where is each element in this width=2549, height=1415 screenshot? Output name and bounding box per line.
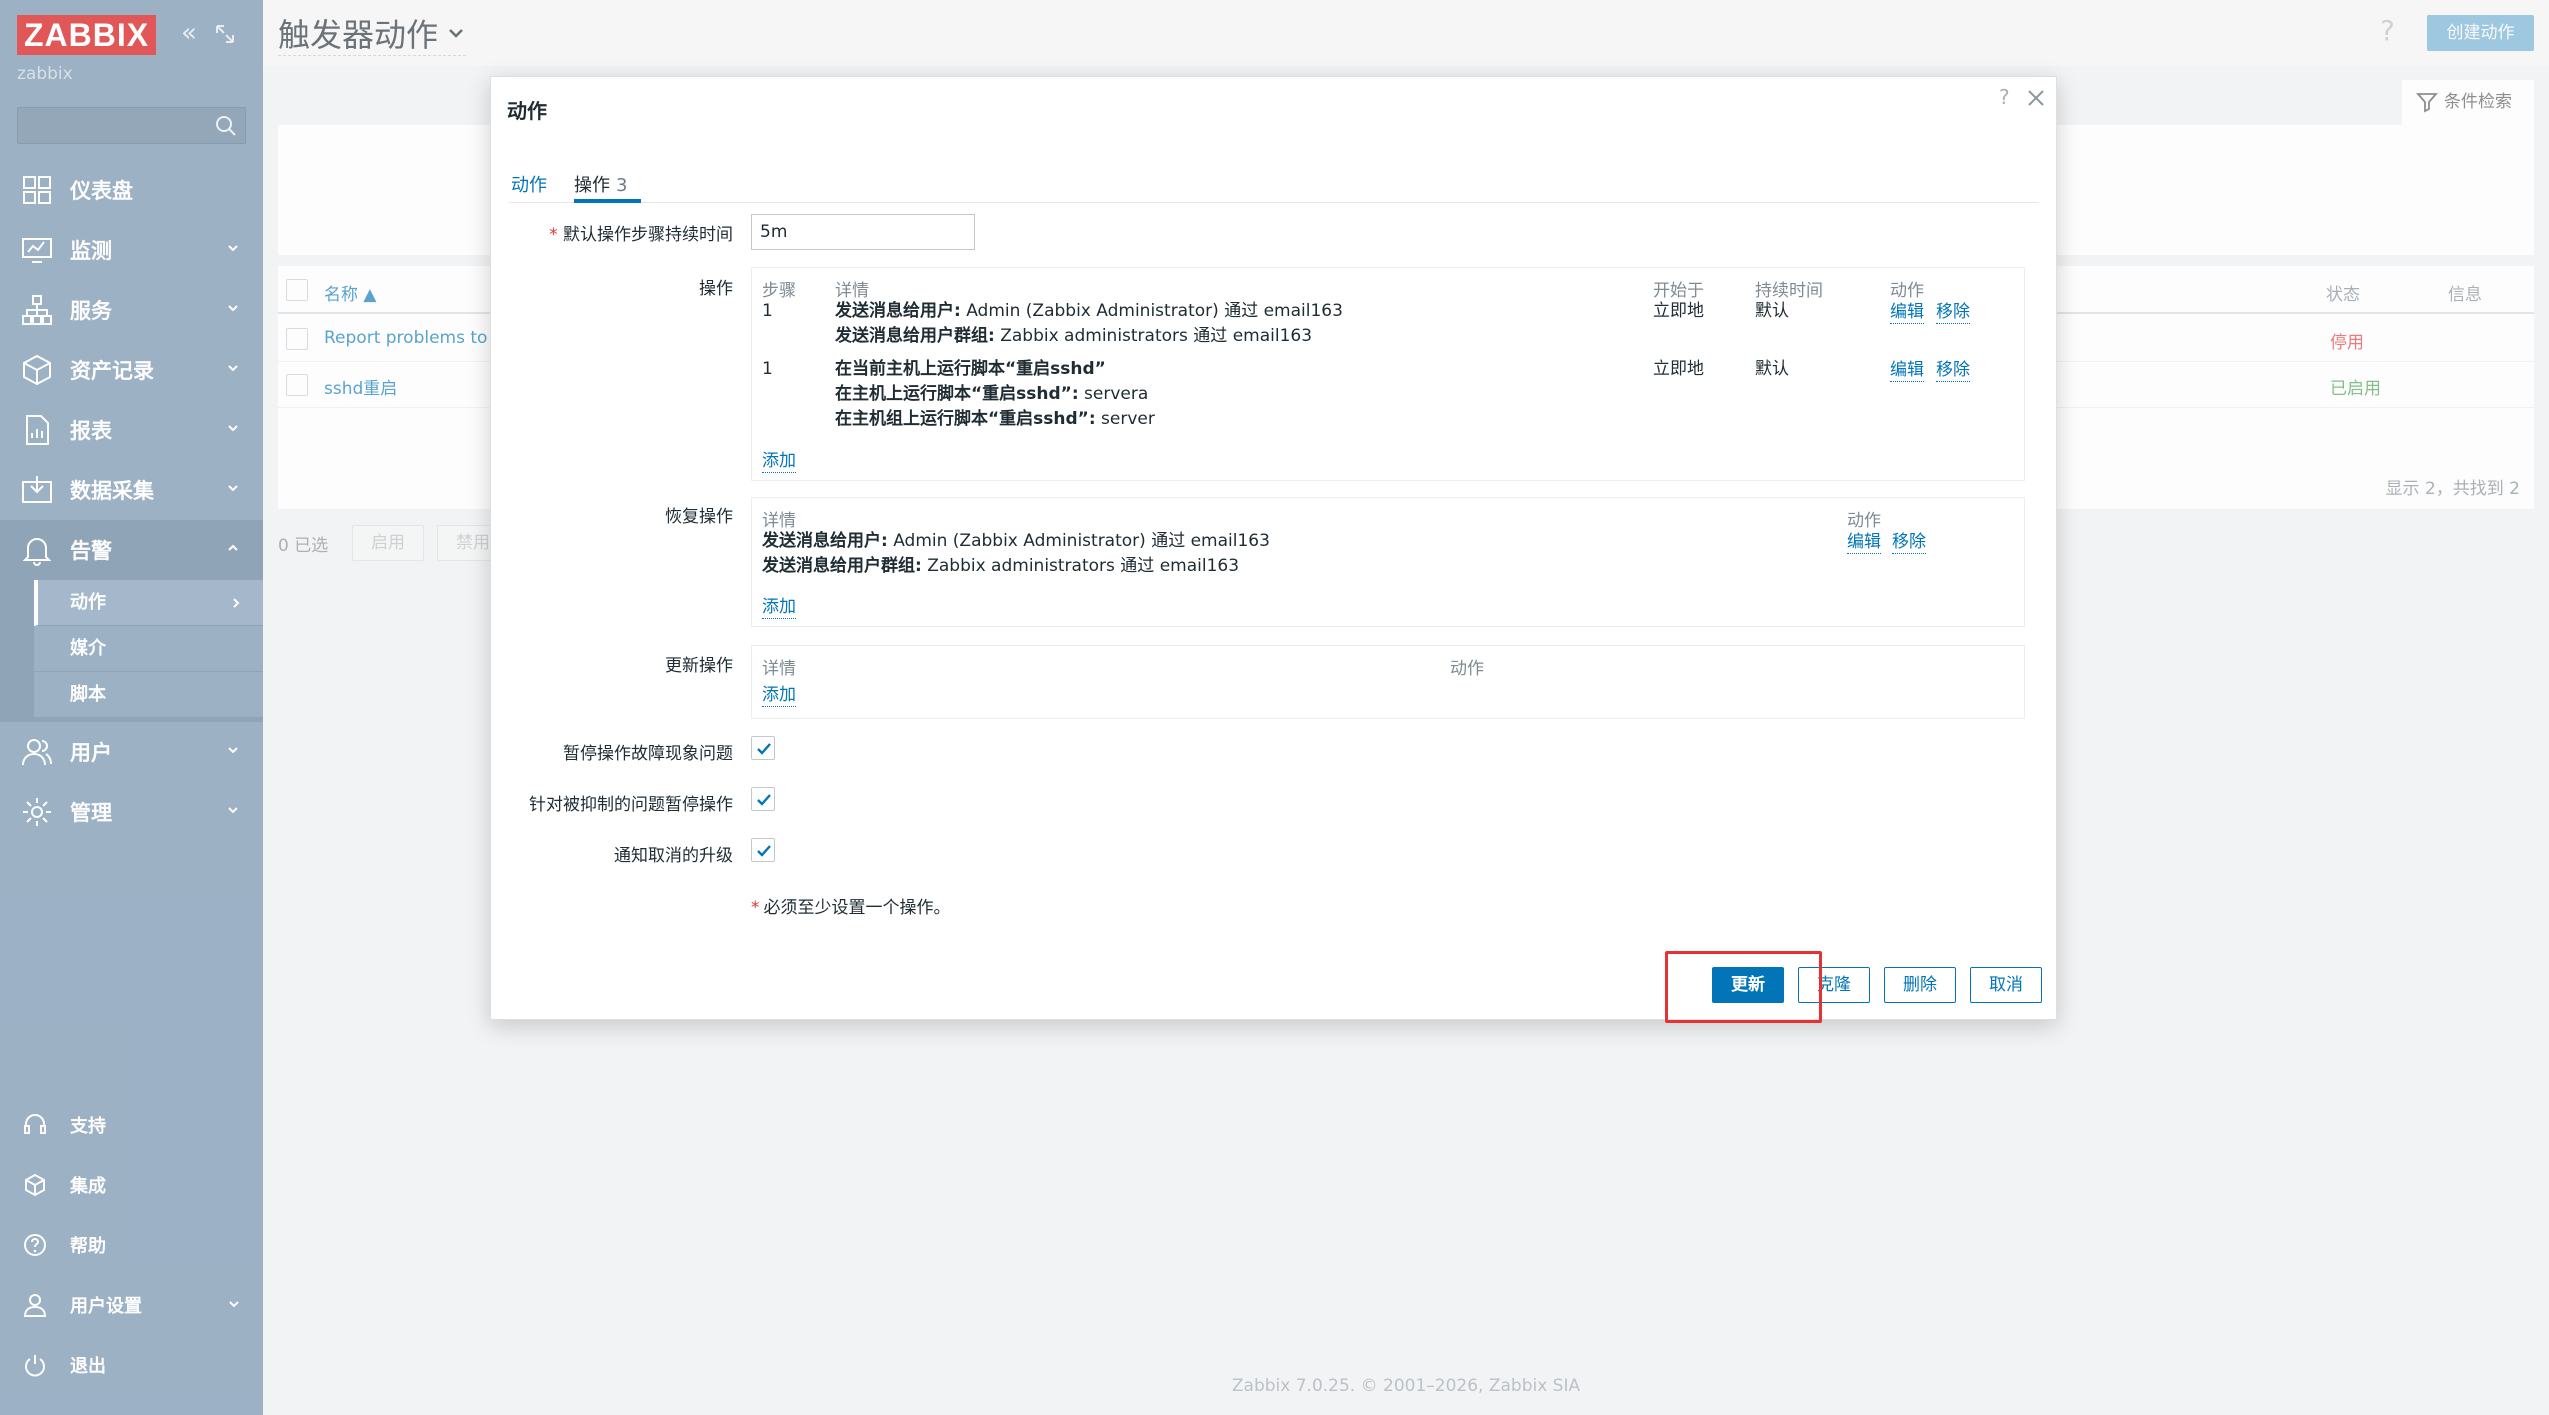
update-operations-label: 更新操作 xyxy=(665,656,733,676)
required-note-text: 必须至少设置一个操作。 xyxy=(763,898,951,918)
close-icon[interactable] xyxy=(2025,87,2047,109)
edit-link[interactable]: 编辑 xyxy=(1847,531,1881,554)
col-details: 详情 xyxy=(762,659,796,679)
tab-label: 操作 xyxy=(574,175,610,196)
op-detail-key: 发送消息给用户群组: xyxy=(835,326,995,346)
op-detail-line: 发送消息给用户: Admin (Zabbix Administrator) 通过… xyxy=(762,529,1270,554)
op-detail-value: server xyxy=(1095,409,1155,429)
checkmark-icon xyxy=(757,845,771,857)
col-action: 动作 xyxy=(1890,281,1924,301)
col-action: 动作 xyxy=(1847,511,1881,531)
op-detail-value: Admin (Zabbix Administrator) 通过 email163 xyxy=(960,301,1343,321)
op-details: 发送消息给用户: Admin (Zabbix Administrator) 通过… xyxy=(835,299,1343,349)
pause-symptoms-label: 暂停操作故障现象问题 xyxy=(563,744,733,764)
op-detail-value: servera xyxy=(1078,384,1149,404)
edit-link[interactable]: 编辑 xyxy=(1890,359,1924,382)
update-operations-table: 详情 动作 添加 xyxy=(751,645,2025,719)
col-duration: 持续时间 xyxy=(1755,281,1823,301)
op-detail-key: 在主机上运行脚本“重启sshd”: xyxy=(835,384,1079,404)
checkmark-icon xyxy=(757,743,771,755)
op-detail-key: 在当前主机上运行脚本“重启sshd” xyxy=(835,359,1106,379)
recovery-operations-table: 详情 动作 发送消息给用户: Admin (Zabbix Administrat… xyxy=(751,497,2025,627)
tab-operations[interactable]: 操作 3 xyxy=(574,171,642,203)
help-icon[interactable]: ? xyxy=(1999,85,2010,109)
dialog-title: 动作 xyxy=(507,99,547,123)
tab-action[interactable]: 动作 xyxy=(511,171,547,203)
op-detail-line: 在当前主机上运行脚本“重启sshd” xyxy=(835,357,1155,382)
col-details: 详情 xyxy=(835,281,869,301)
remove-link[interactable]: 移除 xyxy=(1892,531,1926,554)
pause-suppressed-label: 针对被抑制的问题暂停操作 xyxy=(529,795,733,815)
op-detail-value: Admin (Zabbix Administrator) 通过 email163 xyxy=(887,531,1270,551)
edit-link[interactable]: 编辑 xyxy=(1890,301,1924,324)
op-detail-value: Zabbix administrators 通过 email163 xyxy=(921,556,1240,576)
add-recovery-operation-link[interactable]: 添加 xyxy=(762,596,796,619)
cancel-button[interactable]: 取消 xyxy=(1970,967,2042,1003)
op-detail-key: 发送消息给用户群组: xyxy=(762,556,922,576)
update-button[interactable]: 更新 xyxy=(1712,967,1784,1003)
add-update-operation-link[interactable]: 添加 xyxy=(762,684,796,707)
notify-cancel-checkbox[interactable] xyxy=(751,838,775,862)
remove-link[interactable]: 移除 xyxy=(1936,301,1970,324)
checkmark-icon xyxy=(757,794,771,806)
add-operation-link[interactable]: 添加 xyxy=(762,450,796,473)
op-detail-value: Zabbix administrators 通过 email163 xyxy=(994,326,1313,346)
recovery-operations-label: 恢复操作 xyxy=(665,507,733,527)
op-detail-line: 在主机上运行脚本“重启sshd”: servera xyxy=(835,382,1155,407)
op-detail-line: 发送消息给用户群组: Zabbix administrators 通过 emai… xyxy=(835,324,1343,349)
default-duration-input[interactable] xyxy=(751,214,975,250)
col-start: 开始于 xyxy=(1653,281,1704,301)
dialog-tabs: 动作 操作 3 xyxy=(509,163,2039,203)
op-detail-line: 发送消息给用户: Admin (Zabbix Administrator) 通过… xyxy=(835,299,1343,324)
recovery-details: 发送消息给用户: Admin (Zabbix Administrator) 通过… xyxy=(762,529,1270,579)
op-duration: 默认 xyxy=(1755,359,1789,379)
label-text: 默认操作步骤持续时间 xyxy=(563,225,733,245)
op-start: 立即地 xyxy=(1653,301,1704,321)
op-detail-key: 发送消息给用户: xyxy=(762,531,888,551)
op-detail-key: 在主机组上运行脚本“重启sshd”: xyxy=(835,409,1096,429)
op-step: 1 xyxy=(762,301,773,321)
operations-label: 操作 xyxy=(699,279,733,299)
op-duration: 默认 xyxy=(1755,301,1789,321)
default-duration-label: 默认操作步骤持续时间 xyxy=(473,220,733,245)
required-note: * 必须至少设置一个操作。 xyxy=(751,898,951,918)
pause-suppressed-checkbox[interactable] xyxy=(751,787,775,811)
op-detail-key: 发送消息给用户: xyxy=(835,301,961,321)
remove-link[interactable]: 移除 xyxy=(1936,359,1970,382)
col-action: 动作 xyxy=(1450,659,1484,679)
op-detail-line: 发送消息给用户群组: Zabbix administrators 通过 emai… xyxy=(762,554,1270,579)
col-details: 详情 xyxy=(762,511,796,531)
op-start: 立即地 xyxy=(1653,359,1704,379)
op-detail-line: 在主机组上运行脚本“重启sshd”: server xyxy=(835,407,1155,432)
notify-cancel-label: 通知取消的升级 xyxy=(614,846,733,866)
op-step: 1 xyxy=(762,359,773,379)
pause-symptoms-checkbox[interactable] xyxy=(751,736,775,760)
op-details: 在当前主机上运行脚本“重启sshd” 在主机上运行脚本“重启sshd”: ser… xyxy=(835,357,1155,432)
operations-table: 步骤 详情 开始于 持续时间 动作 1 发送消息给用户: Admin (Zabb… xyxy=(751,267,2025,481)
tab-count: 3 xyxy=(616,175,628,196)
action-dialog: 动作 ? 动作 操作 3 默认操作步骤持续时间 操作 步骤 详情 开始于 持续时间… xyxy=(490,76,2057,1020)
clone-button[interactable]: 克隆 xyxy=(1798,967,1870,1003)
col-step: 步骤 xyxy=(762,281,796,301)
delete-button[interactable]: 删除 xyxy=(1884,967,1956,1003)
